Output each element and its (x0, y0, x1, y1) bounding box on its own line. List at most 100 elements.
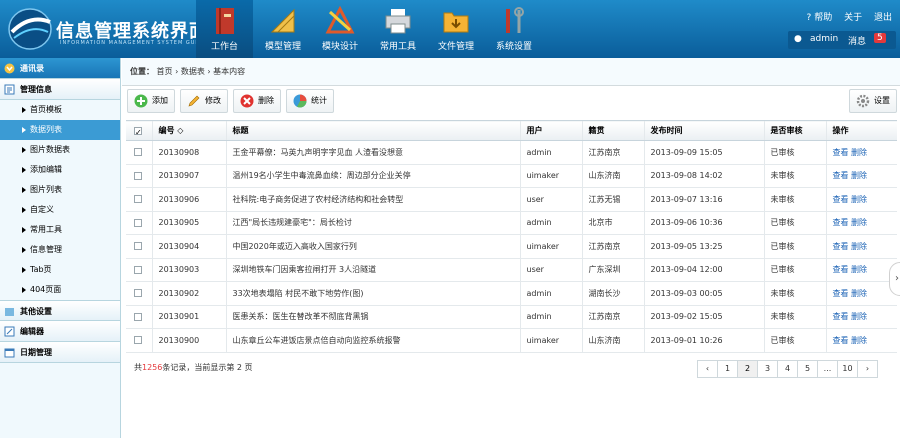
sidebar-section-label: 其他设置 (20, 307, 52, 316)
sidebar-section-label: 编辑器 (20, 327, 44, 336)
view-link[interactable]: 查看 (833, 242, 849, 251)
table-row[interactable]: 20130904 中国2020年或迈入高收入国家行列 uimaker 江苏南京 2013… (126, 234, 897, 259)
sidebar-item-add-edit[interactable]: 添加编辑 (0, 160, 120, 180)
record-summary: 共1256条记录，当前显示第 2 页 (134, 363, 253, 372)
sidebar-section-manage-info[interactable]: 管理信息 (0, 79, 120, 100)
breadcrumb-home[interactable]: 首页 (157, 67, 173, 76)
row-checkbox-cell (126, 328, 152, 353)
about-link[interactable]: 关于 (844, 13, 862, 23)
cell-time: 2013-09-03 00:05 (643, 281, 764, 306)
delete-button[interactable]: 删除 (233, 89, 281, 113)
delete-link[interactable]: 删除 (851, 195, 867, 204)
sidebar-item-home-template[interactable]: 首页模板 (0, 100, 120, 120)
row-checkbox[interactable] (134, 218, 142, 227)
messages-link[interactable]: 消息 (848, 34, 866, 47)
view-link[interactable]: 查看 (833, 336, 849, 345)
breadcrumb-current: 基本内容 (213, 67, 246, 76)
cell-time: 2013-09-01 10:26 (643, 328, 764, 353)
delete-link[interactable]: 删除 (851, 336, 867, 345)
delete-link[interactable]: 删除 (851, 242, 867, 251)
delete-link[interactable]: 删除 (851, 265, 867, 274)
cell-region: 江苏南京 (581, 140, 644, 165)
sidebar-item-404-page[interactable]: 404页面 (0, 280, 120, 300)
cell-title: 深圳地铁车门因乘客拉闸打开 3人沿隧道 (225, 258, 520, 282)
sidebar-item-image-table[interactable]: 图片数据表 (0, 140, 120, 160)
help-link[interactable]: ? 帮助 (807, 13, 833, 23)
pager-next-button[interactable]: › (857, 360, 878, 378)
nav-module-design[interactable]: 模块设计 (312, 0, 368, 58)
pager-page-4[interactable]: 4 (777, 360, 798, 378)
nav-workbench[interactable]: 工作台 (196, 0, 253, 58)
view-link[interactable]: 查看 (833, 218, 849, 227)
info-icon (4, 84, 15, 95)
cell-user: uimaker (519, 234, 582, 259)
select-all-checkbox[interactable]: ✓ (134, 126, 142, 137)
view-link[interactable]: 查看 (833, 289, 849, 298)
sidebar-item-custom[interactable]: 自定义 (0, 200, 120, 220)
row-checkbox[interactable] (134, 242, 142, 251)
edit-button[interactable]: 修改 (180, 89, 228, 113)
sidebar-section-contacts[interactable]: 通讯录 (0, 58, 120, 79)
sidebar-section-editor[interactable]: 编辑器 (0, 321, 120, 342)
row-checkbox[interactable] (134, 148, 142, 157)
cell-region: 北京市 (581, 211, 644, 235)
pager-page-3[interactable]: 3 (757, 360, 778, 378)
table-row[interactable]: 20130906 社科院:电子商务促进了农村经济结构和社会转型 user 江苏无锡 20… (126, 187, 897, 212)
add-button[interactable]: 添加 (127, 89, 175, 113)
table-row[interactable]: 20130900 山东章丘公车进饭店景点倍自动向监控系统报警 uimaker 山东济南… (126, 328, 897, 353)
nav-system-settings[interactable]: 系统设置 (486, 0, 542, 58)
sidebar-item-tab-page[interactable]: Tab页 (0, 260, 120, 280)
cell-title: 江西"局长违规建豪宅"：局长检讨 (225, 211, 520, 235)
cell-user: admin (519, 211, 582, 235)
row-checkbox[interactable] (134, 312, 142, 321)
username[interactable]: admin (810, 34, 838, 44)
sidebar-section-date-manage[interactable]: 日期管理 (0, 342, 120, 363)
pager-page-ellipsis[interactable]: ... (817, 360, 838, 378)
view-link[interactable]: 查看 (833, 195, 849, 204)
pager-page-2[interactable]: 2 (737, 360, 758, 378)
table-row[interactable]: 20130907 温州19名小学生中毒流鼻血续：周边部分企业关停 uimaker 山东… (126, 164, 897, 188)
table-row[interactable]: 20130908 王金平幕僚：马英九声明字字见血 人渣看没想意 admin 江苏南京 2… (126, 140, 897, 165)
table-row[interactable]: 20130903 深圳地铁车门因乘客拉闸打开 3人沿隧道 user 广东深圳 2013-… (126, 258, 897, 282)
cell-action: 查看 删除 (825, 164, 897, 188)
row-checkbox[interactable] (134, 265, 142, 274)
delete-link[interactable]: 删除 (851, 289, 867, 298)
nav-common-tools[interactable]: 常用工具 (370, 0, 426, 58)
pager-prev-button[interactable]: ‹ (697, 360, 718, 378)
view-link[interactable]: 查看 (833, 148, 849, 157)
row-checkbox[interactable] (134, 171, 142, 180)
nav-model-manage[interactable]: 模型管理 (256, 0, 310, 58)
table-row[interactable]: 20130905 江西"局长违规建豪宅"：局长检讨 admin 北京市 2013-09-… (126, 211, 897, 235)
row-checkbox[interactable] (134, 336, 142, 345)
row-checkbox[interactable] (134, 195, 142, 204)
view-link[interactable]: 查看 (833, 171, 849, 180)
view-link[interactable]: 查看 (833, 265, 849, 274)
stats-button[interactable]: 统计 (286, 89, 334, 113)
delete-link[interactable]: 删除 (851, 312, 867, 321)
pagination: ‹ 1 2 3 4 5... 10 › (697, 360, 878, 378)
table-row[interactable]: 20130901 医患关系：医生在替改革不彻底背黑锅 admin 江苏南京 2013-0… (126, 305, 897, 329)
sidebar-item-common-tools[interactable]: 常用工具 (0, 220, 120, 240)
pager-page-10[interactable]: 10 (837, 360, 858, 378)
row-checkbox[interactable] (134, 289, 142, 298)
breadcrumb-datatable[interactable]: 数据表 (181, 67, 205, 76)
sidebar-section-other-settings[interactable]: 其他设置 (0, 300, 120, 321)
sidebar-item-data-list[interactable]: 数据列表 (0, 120, 120, 140)
col-id[interactable]: 编号 ◇ (151, 120, 226, 141)
cell-action: 查看 删除 (825, 234, 897, 259)
pager-page-1[interactable]: 1 (717, 360, 738, 378)
table-row[interactable]: 20130902 33次地表塌陷 村民不敢下地劳作(图) admin 湖南长沙 2013… (126, 281, 897, 306)
design-icon (325, 6, 355, 34)
side-scroll-button[interactable]: › (889, 262, 900, 296)
settings-button[interactable]: 设置 (849, 89, 897, 113)
cell-user: admin (519, 305, 582, 329)
sidebar-item-info-manage[interactable]: 信息管理 (0, 240, 120, 260)
pager-page-5[interactable]: 5 (797, 360, 818, 378)
nav-file-manage[interactable]: 文件管理 (428, 0, 484, 58)
sidebar-item-image-list[interactable]: 图片列表 (0, 180, 120, 200)
delete-link[interactable]: 删除 (851, 171, 867, 180)
logout-link[interactable]: 退出 (874, 13, 892, 23)
view-link[interactable]: 查看 (833, 312, 849, 321)
delete-link[interactable]: 删除 (851, 218, 867, 227)
delete-link[interactable]: 删除 (851, 148, 867, 157)
